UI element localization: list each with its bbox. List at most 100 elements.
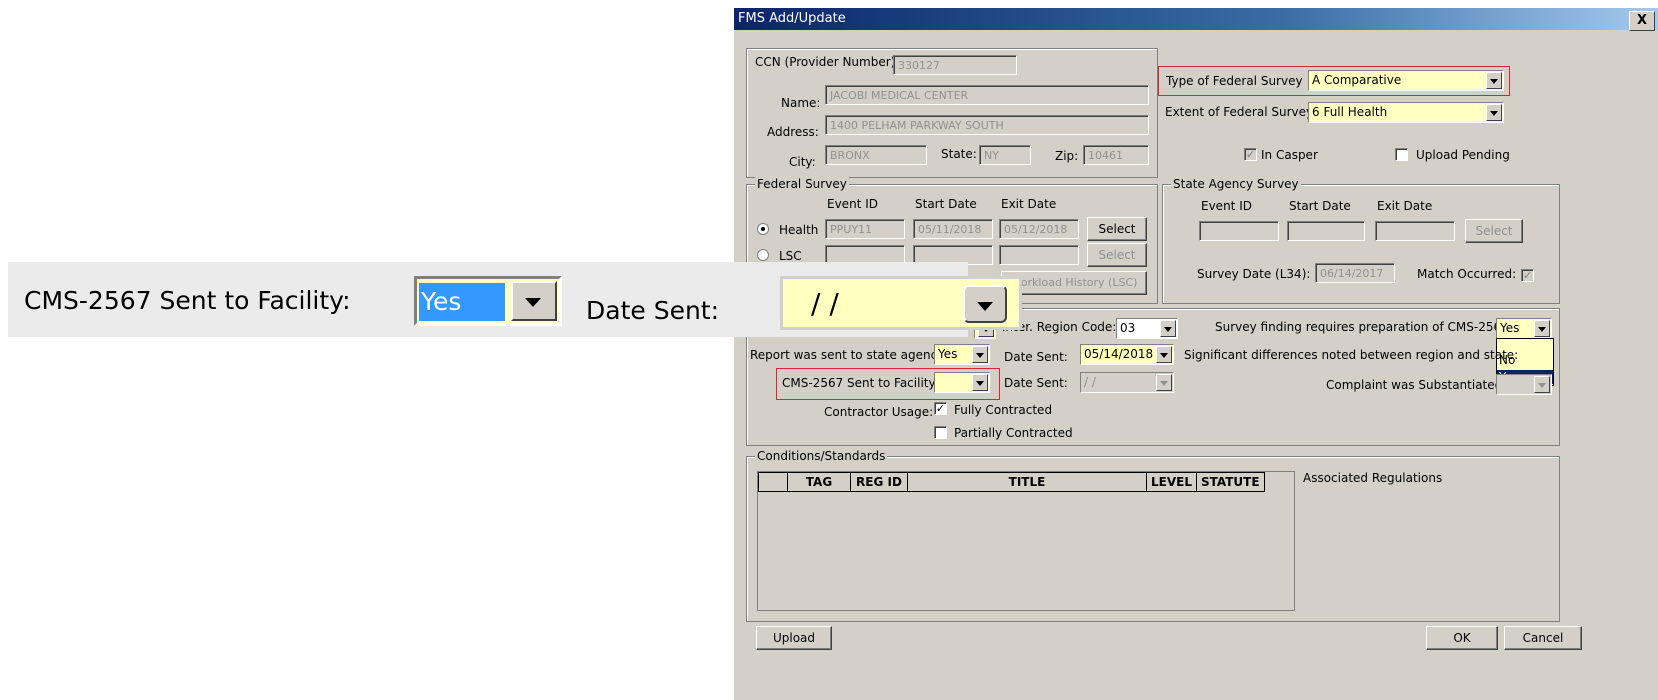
- state-select-button[interactable]: Select: [1465, 219, 1523, 243]
- state-col-exit: Exit Date: [1377, 199, 1433, 213]
- fed-col-exit: Exit Date: [1001, 197, 1057, 211]
- extent-value: 6 Full Health: [1312, 105, 1388, 119]
- col-header-statute[interactable]: STATUTE: [1195, 472, 1265, 492]
- col-header-level[interactable]: LEVEL: [1146, 472, 1197, 492]
- health-label: Health: [779, 223, 819, 237]
- city-field: BRONX: [825, 145, 927, 165]
- conditions-table: TAG REG ID TITLE LEVEL STATUTE: [758, 472, 1265, 492]
- health-start-field: 05/11/2018: [913, 219, 993, 239]
- in-casper-checkbox[interactable]: ✓: [1244, 148, 1257, 161]
- chevron-down-icon[interactable]: [1486, 104, 1502, 121]
- partially-contracted-checkbox[interactable]: [934, 426, 947, 439]
- upload-pending-label: Upload Pending: [1416, 148, 1510, 162]
- sent-state-value: Yes: [938, 347, 958, 361]
- cms-sent-select[interactable]: [934, 372, 990, 393]
- fully-contracted-label: Fully Contracted: [954, 403, 1053, 417]
- window-title: FMS Add/Update: [738, 11, 846, 26]
- zoom-date-select[interactable]: / /: [780, 276, 1022, 330]
- extent-label: Extent of Federal Survey: [1165, 105, 1314, 119]
- city-label: City:: [789, 155, 816, 169]
- fms-dialog: FMS Add/Update X CCN (Provider Number): …: [733, 8, 1658, 700]
- chevron-down-icon[interactable]: [511, 281, 557, 321]
- type-value: A Comparative: [1312, 73, 1402, 87]
- health-event-field: PPUY11: [825, 219, 905, 239]
- type-label: Type of Federal Survey: [1166, 74, 1303, 88]
- lsc-radio[interactable]: [757, 249, 769, 261]
- sent-state-label: Report was sent to state agency:: [750, 348, 948, 362]
- fed-col-event: Event ID: [827, 197, 878, 211]
- health-exit-field: 05/12/2018: [999, 219, 1079, 239]
- date-sent-label: Date Sent:: [1004, 350, 1068, 364]
- complaint-select[interactable]: [1496, 374, 1552, 395]
- state-col-start: Start Date: [1289, 199, 1351, 213]
- col-header-reg-id[interactable]: REG ID: [850, 472, 908, 492]
- conditions-table-area[interactable]: TAG REG ID TITLE LEVEL STATUTE: [757, 471, 1295, 611]
- workload-history-button[interactable]: Workload History (LSC): [1001, 271, 1147, 295]
- federal-survey-title: Federal Survey: [755, 177, 849, 191]
- date-sent2-select[interactable]: / /: [1080, 372, 1174, 393]
- state-field: NY: [979, 145, 1031, 165]
- match-occurred-label: Match Occurred:: [1417, 267, 1517, 281]
- finding-value: Yes: [1500, 321, 1520, 335]
- fed-col-start: Start Date: [915, 197, 977, 211]
- zoom-cms-label: CMS-2567 Sent to Facility:: [24, 286, 351, 315]
- upload-pending-checkbox[interactable]: [1395, 148, 1408, 161]
- chevron-down-icon[interactable]: [1486, 72, 1502, 89]
- conditions-header-row: TAG REG ID TITLE LEVEL STATUTE: [758, 472, 1265, 492]
- provider-group: CCN (Provider Number): 330127 Name: JACO…: [746, 48, 1158, 178]
- conditions-group: Conditions/Standards TAG REG ID TITLE LE…: [746, 449, 1560, 622]
- inter-region-value: 03: [1120, 321, 1136, 335]
- ok-button[interactable]: OK: [1426, 626, 1498, 650]
- chevron-down-icon[interactable]: [1534, 376, 1550, 393]
- ccn-label: CCN (Provider Number):: [755, 55, 900, 69]
- date-sent-select[interactable]: 05/14/2018: [1080, 344, 1174, 365]
- health-radio[interactable]: [757, 223, 769, 235]
- state-survey-title: State Agency Survey: [1171, 177, 1301, 191]
- chevron-down-icon[interactable]: [1156, 374, 1172, 391]
- cancel-button[interactable]: Cancel: [1504, 626, 1582, 650]
- close-button[interactable]: X: [1629, 11, 1655, 31]
- type-select[interactable]: A Comparative: [1308, 70, 1504, 91]
- finding-label: Survey finding requires preparation of C…: [1215, 320, 1513, 334]
- ccn-field: 330127: [893, 55, 1017, 75]
- health-select-button[interactable]: Select: [1087, 217, 1147, 241]
- conditions-title: Conditions/Standards: [755, 449, 888, 463]
- inter-region-select[interactable]: 03: [1116, 318, 1178, 339]
- col-header-tag[interactable]: TAG: [787, 472, 851, 492]
- lsc-select-button[interactable]: Select: [1087, 243, 1147, 267]
- state-col-event: Event ID: [1201, 199, 1252, 213]
- fully-contracted-checkbox[interactable]: ✓: [934, 402, 947, 415]
- state-event-field: [1199, 221, 1279, 241]
- sent-state-select[interactable]: Yes: [934, 344, 990, 365]
- survey-date-label: Survey Date (L34):: [1197, 267, 1311, 281]
- survey-date-field: 06/14/2017: [1315, 263, 1395, 283]
- associated-regulations-label: Associated Regulations: [1303, 471, 1443, 485]
- chevron-down-icon[interactable]: [972, 374, 988, 391]
- chevron-down-icon[interactable]: [1534, 320, 1550, 337]
- state-exit-field: [1375, 221, 1455, 241]
- date-sent-value: 05/14/2018: [1084, 347, 1154, 361]
- extent-select[interactable]: 6 Full Health: [1308, 102, 1504, 123]
- chevron-down-icon[interactable]: [1160, 320, 1176, 337]
- match-occurred-checkbox[interactable]: ✓: [1521, 269, 1534, 282]
- address-field: 1400 PELHAM PARKWAY SOUTH: [825, 115, 1149, 135]
- contractor-label: Contractor Usage:: [824, 405, 934, 419]
- finding-select[interactable]: Yes: [1496, 318, 1552, 339]
- significant-label: Significant differences noted between re…: [1184, 348, 1519, 362]
- lsc-exit-field: [999, 245, 1079, 265]
- chevron-down-icon[interactable]: [972, 346, 988, 363]
- date-sent2-value: / /: [1084, 375, 1096, 389]
- col-header-title[interactable]: TITLE: [907, 472, 1147, 492]
- state-start-field: [1287, 221, 1365, 241]
- zoom-inset: CMS-2567 Sent to Facility: Yes Date Sent…: [8, 262, 1022, 337]
- zoom-cms-value: Yes: [419, 283, 505, 321]
- complaint-label: Complaint was Substantiated:: [1326, 378, 1507, 392]
- chevron-down-icon[interactable]: [963, 285, 1007, 323]
- partially-contracted-label: Partially Contracted: [954, 426, 1073, 440]
- state-survey-group: State Agency Survey Event ID Start Date …: [1162, 177, 1560, 304]
- zoom-cms-select[interactable]: Yes: [414, 276, 562, 326]
- chevron-down-icon[interactable]: [1156, 346, 1172, 363]
- title-bar: FMS Add/Update X: [734, 8, 1658, 31]
- upload-button[interactable]: Upload: [756, 626, 832, 650]
- address-label: Address:: [767, 125, 819, 139]
